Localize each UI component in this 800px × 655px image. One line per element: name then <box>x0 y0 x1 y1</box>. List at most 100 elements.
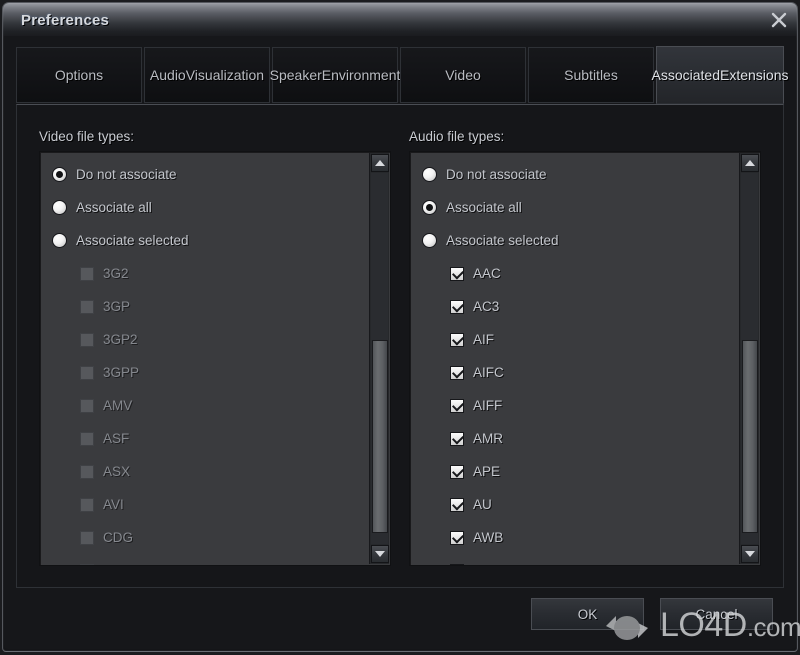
tab-label-line: Extensions <box>720 67 789 83</box>
extension-checkbox[interactable] <box>450 530 464 545</box>
title-bar[interactable]: Preferences <box>3 3 797 39</box>
cancel-button[interactable]: Cancel <box>660 598 773 630</box>
scrollbar-thumb[interactable] <box>742 339 758 533</box>
extension-label: APE <box>473 464 501 479</box>
radio-button[interactable] <box>422 233 437 248</box>
tab-label-line: Subtitles <box>564 67 618 83</box>
extension-row: CDG <box>40 521 133 554</box>
extension-checkbox[interactable] <box>450 431 464 446</box>
window-title: Preferences <box>21 12 110 29</box>
extension-row: ASF <box>40 422 129 455</box>
tab-label-line: Audio <box>149 67 186 83</box>
extension-label: AMV <box>103 398 133 413</box>
tab-speaker-environment[interactable]: Speaker Environment <box>269 47 401 103</box>
extension-row[interactable]: CDA <box>410 554 502 565</box>
extension-row: 3GPP <box>40 356 139 389</box>
tab-audio-visualization[interactable]: Audio Visualization <box>144 47 270 103</box>
extension-row: DAT <box>40 554 129 565</box>
extension-checkbox[interactable] <box>450 464 464 479</box>
extension-checkbox <box>80 563 94 565</box>
scroll-up-icon[interactable] <box>741 154 759 172</box>
scrollbar-thumb[interactable] <box>372 339 388 533</box>
video-file-types-listbox[interactable]: Do not associate Associate all Associate s… <box>39 151 391 566</box>
tab-video[interactable]: Video <box>400 47 526 103</box>
radio-button-selected[interactable] <box>422 200 437 215</box>
extension-row: 3GP <box>40 290 130 323</box>
extension-label: AIF <box>473 332 495 347</box>
tab-label-line: Speaker <box>269 67 322 83</box>
radio-option-row[interactable]: Associate all <box>410 191 522 224</box>
extension-row[interactable]: APE <box>410 455 500 488</box>
extension-label: AC3 <box>473 299 500 314</box>
radio-option-row[interactable]: Do not associate <box>40 158 177 191</box>
extension-checkbox <box>80 398 94 413</box>
extension-row[interactable]: AIFC <box>410 356 504 389</box>
video-list-scrollbar[interactable] <box>369 153 389 564</box>
extension-checkbox <box>80 266 94 281</box>
close-icon[interactable] <box>767 8 791 32</box>
extension-row[interactable]: AMR <box>410 422 503 455</box>
extension-row: 3GP2 <box>40 323 138 356</box>
radio-option-label: Associate selected <box>76 233 189 248</box>
extension-checkbox[interactable] <box>450 266 464 281</box>
scroll-up-icon[interactable] <box>371 154 389 172</box>
radio-button[interactable] <box>52 233 67 248</box>
scrollbar-track[interactable] <box>371 173 388 544</box>
radio-option-row[interactable]: Associate selected <box>40 224 189 257</box>
extension-label: ASX <box>103 464 131 479</box>
radio-button[interactable] <box>422 167 437 182</box>
scroll-down-icon[interactable] <box>371 545 389 563</box>
extension-checkbox <box>80 530 94 545</box>
extension-label: CDG <box>103 530 133 545</box>
audio-list-scrollbar[interactable] <box>739 153 759 564</box>
extension-row[interactable]: AC3 <box>410 290 499 323</box>
extension-row: AMV <box>40 389 132 422</box>
extension-checkbox[interactable] <box>450 332 464 347</box>
radio-button-selected[interactable] <box>52 167 67 182</box>
radio-option-row[interactable]: Associate all <box>40 191 152 224</box>
tab-label-line: Environment <box>321 67 401 83</box>
extension-row: AVI <box>40 488 124 521</box>
ok-button[interactable]: OK <box>531 598 644 630</box>
extension-row[interactable]: AWB <box>410 521 503 554</box>
audio-file-types-listbox[interactable]: Do not associate Associate all Associate s… <box>409 151 761 566</box>
extension-row[interactable]: AIFF <box>410 389 502 422</box>
extension-checkbox[interactable] <box>450 398 464 413</box>
preferences-dialog: Preferences Options Audio Visualization Spe… <box>0 0 800 655</box>
radio-option-row[interactable]: Associate selected <box>410 224 559 257</box>
radio-option-label: Associate selected <box>446 233 559 248</box>
video-file-types-label: Video file types: <box>39 129 135 144</box>
extension-label: ASF <box>103 431 130 446</box>
extension-row: 3G2 <box>40 257 129 290</box>
extension-row[interactable]: AIF <box>410 323 494 356</box>
extension-row[interactable]: AU <box>410 488 492 521</box>
extension-label: 3GP <box>103 299 131 314</box>
extension-label: CDA <box>473 563 502 565</box>
tab-strip: Options Audio Visualization Speaker Environm… <box>16 46 788 105</box>
tab-label-line: Video <box>445 67 481 83</box>
radio-option-label: Associate all <box>76 200 152 215</box>
radio-button[interactable] <box>52 200 67 215</box>
extension-label: AIFC <box>473 365 504 380</box>
scroll-down-icon[interactable] <box>741 545 759 563</box>
radio-option-label: Do not associate <box>446 167 547 182</box>
extension-checkbox[interactable] <box>450 299 464 314</box>
extension-label: AU <box>473 497 492 512</box>
scrollbar-track[interactable] <box>741 173 758 544</box>
tab-associated-extensions[interactable]: Associated Extensions <box>652 46 788 104</box>
tab-content-associated-extensions: Video file types: Audio file types: Do n… <box>16 104 784 588</box>
extension-row[interactable]: AAC <box>410 257 501 290</box>
extension-checkbox <box>80 431 94 446</box>
tab-subtitles[interactable]: Subtitles <box>528 47 654 103</box>
extension-checkbox[interactable] <box>450 497 464 512</box>
tab-label-line: Associated <box>651 67 720 83</box>
tab-options[interactable]: Options <box>16 47 142 103</box>
extension-checkbox[interactable] <box>450 563 464 565</box>
extension-checkbox[interactable] <box>450 365 464 380</box>
audio-file-types-label: Audio file types: <box>409 129 505 144</box>
extension-checkbox <box>80 365 94 380</box>
tab-label-line: Options <box>54 67 104 83</box>
radio-option-label: Associate all <box>446 200 522 215</box>
extension-checkbox <box>80 332 94 347</box>
radio-option-row[interactable]: Do not associate <box>410 158 547 191</box>
